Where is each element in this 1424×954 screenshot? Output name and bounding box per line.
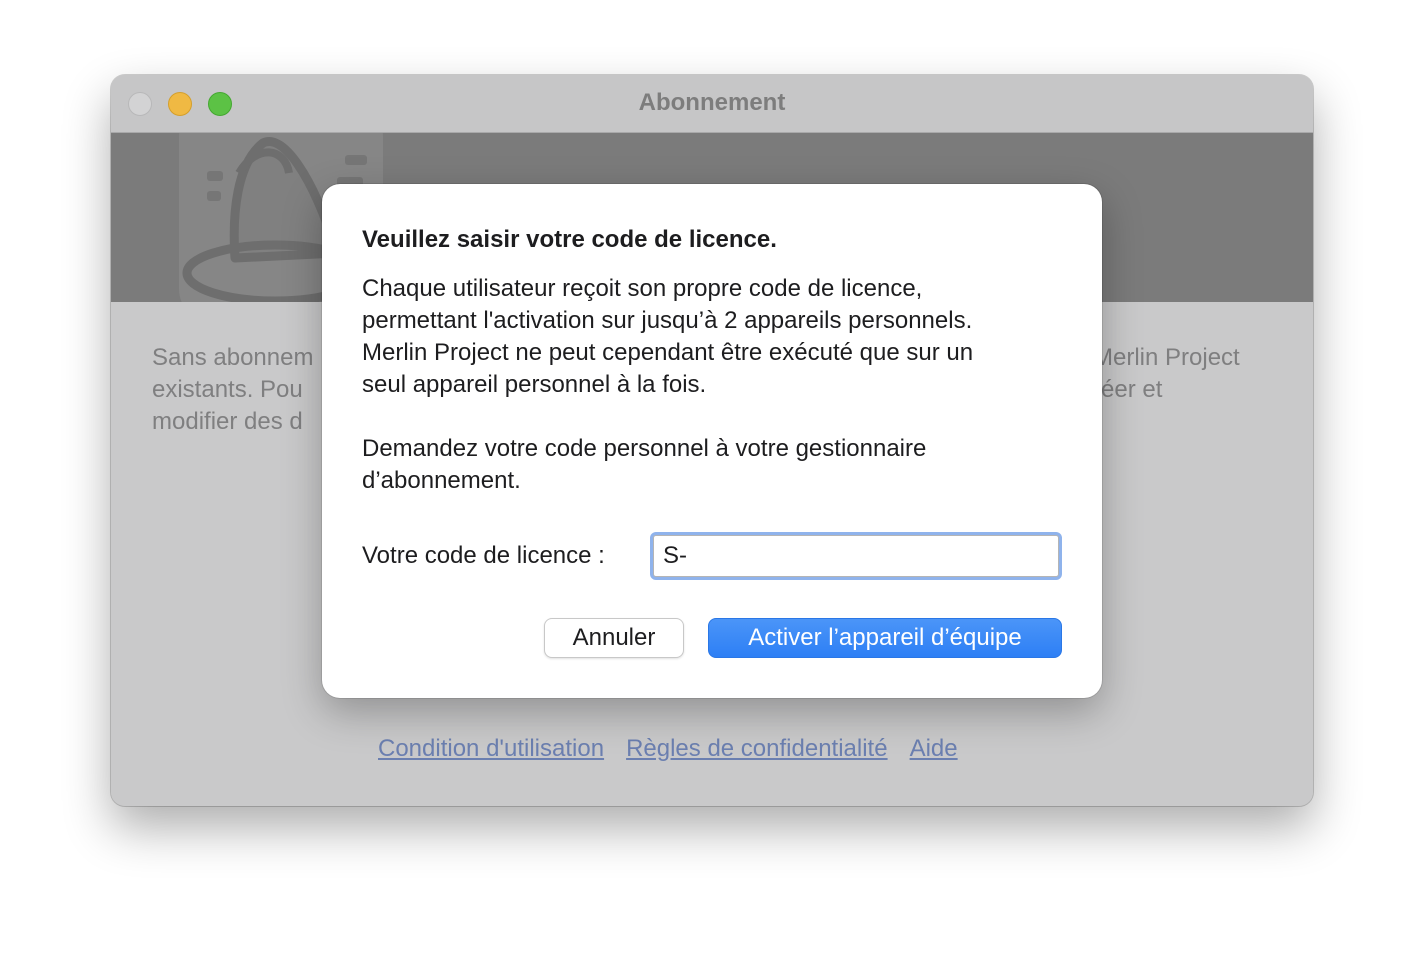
license-code-dialog: Veuillez saisir votre code de licence. C… xyxy=(322,184,1102,698)
background-text-line: réer et xyxy=(1093,376,1163,403)
help-link[interactable]: Aide xyxy=(910,735,958,762)
privacy-policy-link[interactable]: Règles de confidentialité xyxy=(626,735,888,762)
footer-links: Condition d'utilisation Règles de confide… xyxy=(378,735,980,763)
background-text-line: Merlin Project xyxy=(1093,344,1240,371)
title-bar: Abonnement xyxy=(111,75,1313,133)
dialog-text-line: d’abonnement. xyxy=(362,467,521,494)
cancel-button[interactable]: Annuler xyxy=(544,618,684,658)
dialog-text-line: Chaque utilisateur reçoit son propre cod… xyxy=(362,275,923,302)
dialog-request-paragraph: Demandez votre code personnel à votre ge… xyxy=(362,433,926,497)
dialog-text-line: Merlin Project ne peut cependant être ex… xyxy=(362,339,974,366)
background-text-line: Sans abonnem xyxy=(152,344,314,371)
background-description-right: Merlin Project réer et xyxy=(1093,342,1240,406)
dialog-info-paragraph: Chaque utilisateur reçoit son propre cod… xyxy=(362,273,973,401)
dialog-text-line: permettant l'activation sur jusqu’à 2 ap… xyxy=(362,307,973,334)
terms-of-use-link[interactable]: Condition d'utilisation xyxy=(378,735,604,762)
background-description-left: Sans abonnem existants. Pou modifier des… xyxy=(152,342,313,438)
dialog-title: Veuillez saisir votre code de licence. xyxy=(362,226,777,253)
dialog-text-line: seul appareil personnel à la fois. xyxy=(362,371,707,398)
background-text-line: modifier des d xyxy=(152,408,303,435)
window-title: Abonnement xyxy=(638,89,786,116)
license-code-input[interactable] xyxy=(653,535,1059,577)
license-code-label: Votre code de licence : xyxy=(362,542,605,569)
background-text-line: existants. Pou xyxy=(152,376,303,403)
dialog-text-line: Demandez votre code personnel à votre ge… xyxy=(362,435,927,462)
activate-team-device-button[interactable]: Activer l’appareil d’équipe xyxy=(708,618,1062,658)
